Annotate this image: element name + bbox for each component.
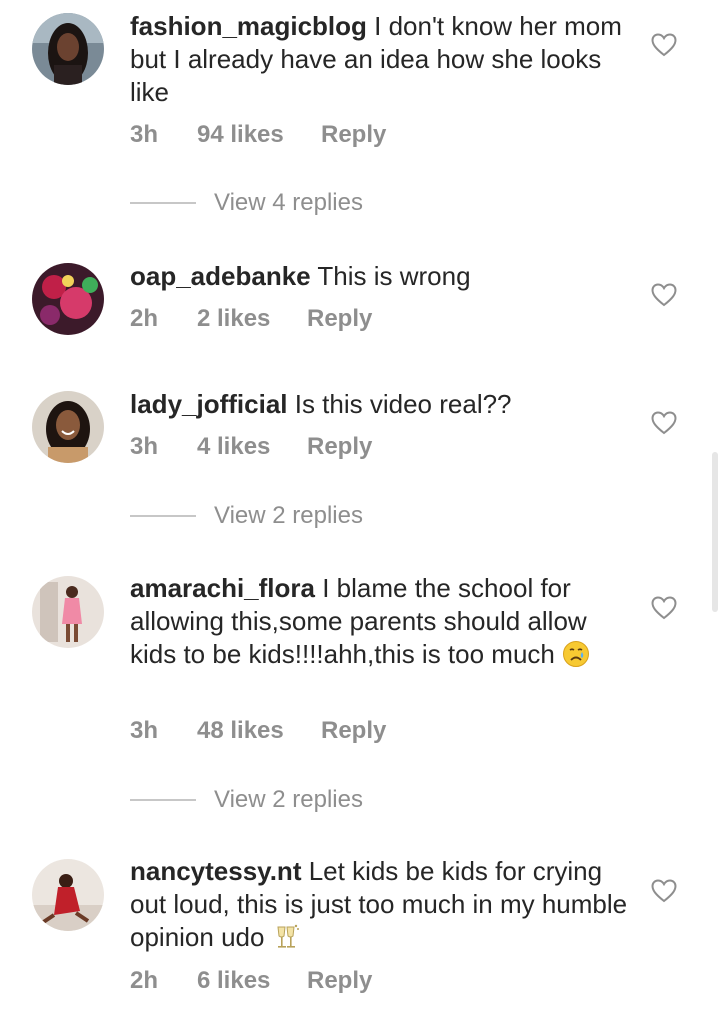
scrollbar[interactable] — [712, 452, 718, 612]
comment-username[interactable]: oap_adebanke — [130, 261, 311, 291]
comment-body: Is this video real?? — [287, 389, 512, 419]
crying-face-emoji — [562, 640, 590, 668]
view-replies-button[interactable]: View 2 replies — [130, 501, 363, 531]
comment-meta: 2h 2 likes Reply — [130, 305, 372, 333]
comment-username[interactable]: amarachi_flora — [130, 573, 315, 603]
view-replies-button[interactable]: View 2 replies — [130, 785, 363, 815]
avatar[interactable] — [32, 13, 104, 85]
replies-divider — [130, 799, 196, 801]
comment-likes[interactable]: 4 likes — [197, 433, 307, 461]
comment-username[interactable]: lady_jofficial — [130, 389, 288, 419]
view-replies-label: View 2 replies — [214, 786, 363, 813]
comment-text: nancytessy.nt Let kids be kids for cryin… — [130, 855, 630, 954]
comment-likes[interactable]: 94 likes — [197, 121, 321, 149]
reply-button[interactable]: Reply — [307, 305, 372, 333]
comment-time: 2h — [130, 305, 159, 332]
like-heart-icon[interactable] — [651, 879, 677, 903]
comment-text: fashion_magicblog I don't know her mom b… — [130, 10, 630, 109]
comment-time: 3h — [130, 433, 159, 460]
comment-time: 3h — [130, 717, 159, 744]
like-heart-icon[interactable] — [651, 411, 677, 435]
clinking-glasses-emoji — [272, 923, 300, 951]
comment-meta: 3h 4 likes Reply — [130, 433, 372, 461]
comment-meta: 3h 48 likes Reply — [130, 717, 386, 745]
reply-button[interactable]: Reply — [307, 967, 372, 995]
comment-likes[interactable]: 48 likes — [197, 717, 321, 745]
replies-divider — [130, 515, 196, 517]
like-heart-icon[interactable] — [651, 33, 677, 57]
reply-button[interactable]: Reply — [321, 121, 386, 149]
avatar[interactable] — [32, 263, 104, 335]
like-heart-icon[interactable] — [651, 596, 677, 620]
comment-time: 3h — [130, 121, 159, 148]
comment-username[interactable]: nancytessy.nt — [130, 856, 301, 886]
comment-text: oap_adebanke This is wrong — [130, 260, 630, 293]
comment-body: This is wrong — [310, 261, 471, 291]
avatar[interactable] — [32, 576, 104, 648]
comment-meta: 3h 94 likes Reply — [130, 121, 386, 149]
avatar[interactable] — [32, 859, 104, 931]
view-replies-label: View 2 replies — [214, 502, 363, 529]
replies-divider — [130, 202, 196, 204]
comment-text: lady_jofficial Is this video real?? — [130, 388, 630, 421]
comment-likes[interactable]: 2 likes — [197, 305, 307, 333]
comment-meta: 2h 6 likes Reply — [130, 967, 372, 995]
reply-button[interactable]: Reply — [321, 717, 386, 745]
reply-button[interactable]: Reply — [307, 433, 372, 461]
comment-username[interactable]: fashion_magicblog — [130, 11, 367, 41]
comment-likes[interactable]: 6 likes — [197, 967, 307, 995]
view-replies-label: View 4 replies — [214, 189, 363, 216]
comment-time: 2h — [130, 967, 159, 994]
comment-text: amarachi_flora I blame the school for al… — [130, 572, 630, 671]
like-heart-icon[interactable] — [651, 283, 677, 307]
view-replies-button[interactable]: View 4 replies — [130, 188, 363, 218]
avatar[interactable] — [32, 391, 104, 463]
